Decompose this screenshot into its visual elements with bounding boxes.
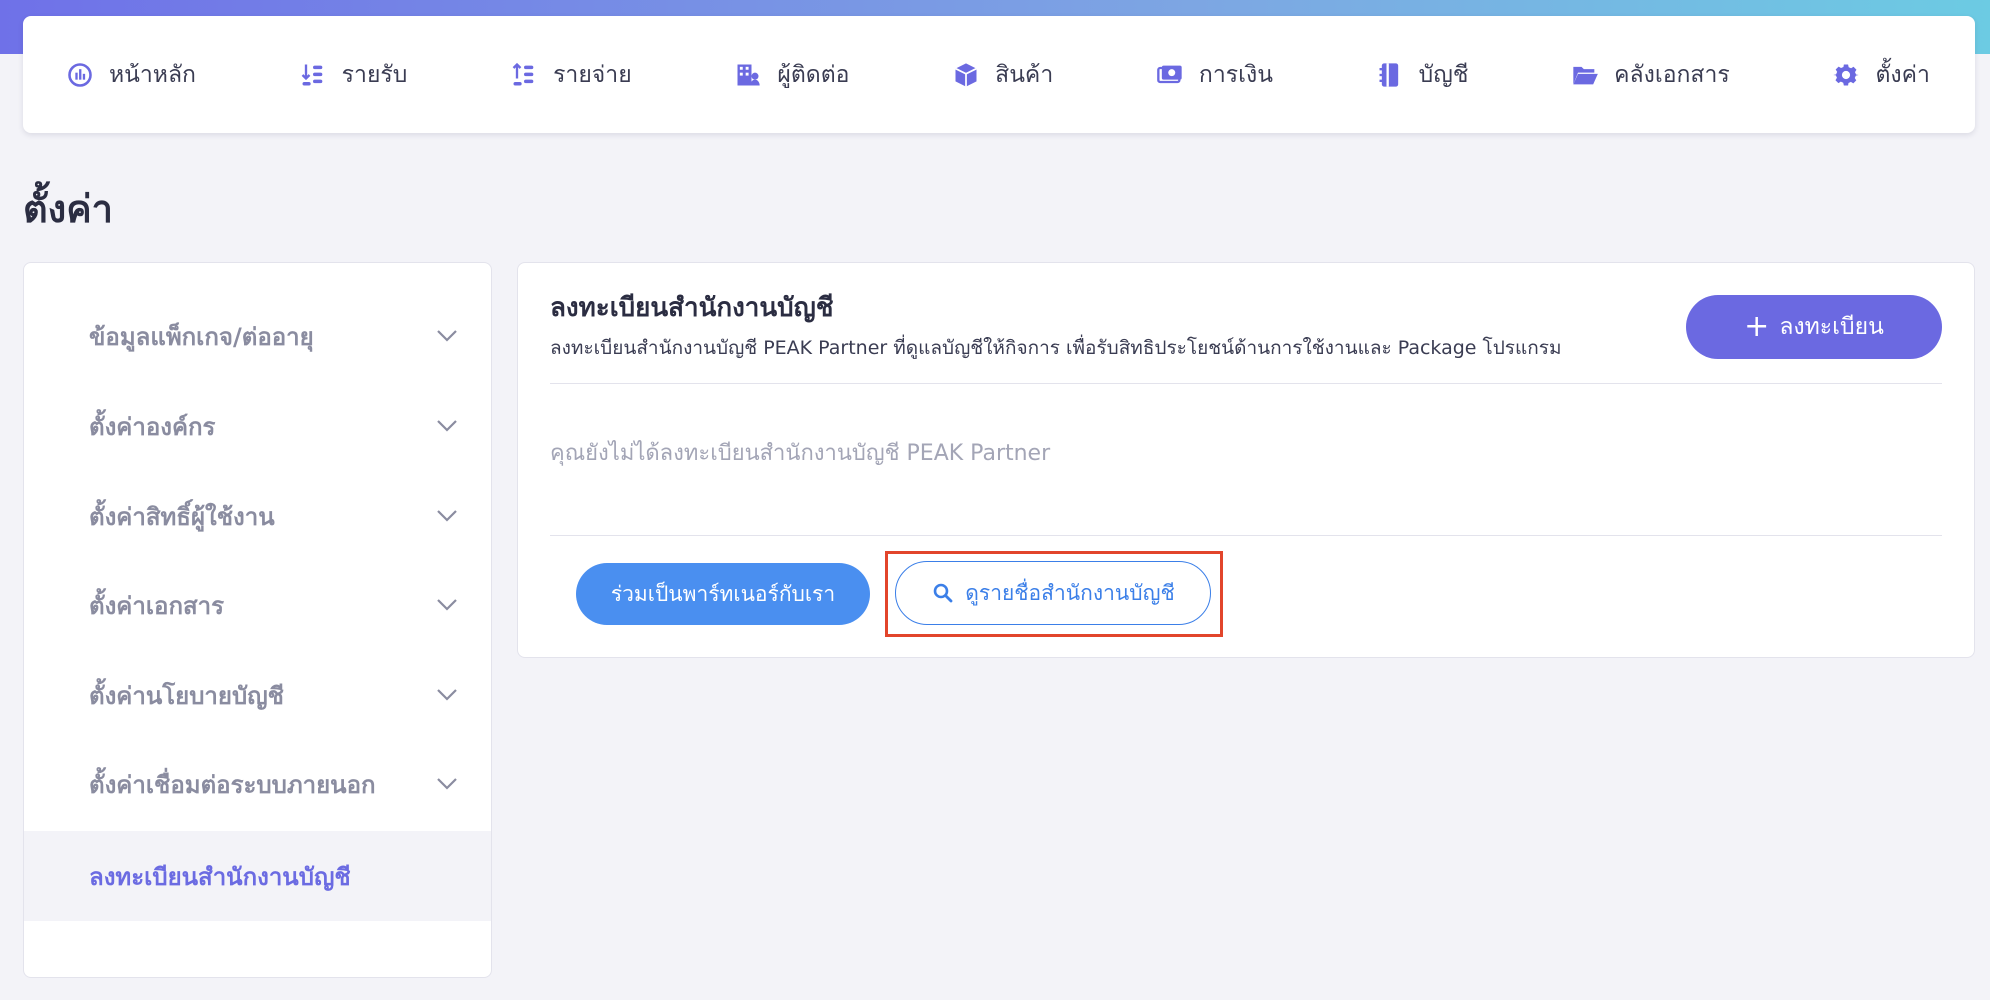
empty-state-message: คุณยังไม่ได้ลงทะเบียนสำนักงานบัญชี PEAK …: [550, 441, 1051, 466]
nav-label-contacts: ผู้ติดต่อ: [777, 61, 850, 88]
settings-sidebar: ข้อมูลแพ็กเกจ/ต่ออายุ ตั้งค่าองค์กร ตั้ง…: [23, 262, 492, 978]
sidebar-item-documents[interactable]: ตั้งค่าเอกสาร: [24, 560, 491, 650]
money-icon: [1155, 60, 1185, 90]
nav-item-accounting[interactable]: บัญชี: [1375, 57, 1469, 93]
expense-icon: [509, 60, 539, 90]
dashboard-icon: [65, 60, 95, 90]
nav-item-finance[interactable]: การเงิน: [1155, 57, 1273, 93]
folder-icon: [1570, 60, 1600, 90]
chevron-down-icon: [433, 681, 461, 709]
chevron-down-icon: [433, 502, 461, 530]
register-button[interactable]: + ลงทะเบียน: [1686, 295, 1942, 359]
chevron-down-icon: [433, 770, 461, 798]
sidebar-item-label: ตั้งค่าองค์กร: [89, 412, 216, 441]
main-navbar: หน้าหลัก รายรับ รายจ่าย ผู้ติดต่อ สินค้า…: [23, 16, 1975, 133]
divider: [550, 535, 1942, 536]
search-icon: [933, 583, 953, 603]
sidebar-item-organization[interactable]: ตั้งค่าองค์กร: [24, 381, 491, 471]
accounting-firm-card: ลงทะเบียนสำนักงานบัญชี ลงทะเบียนสำนักงาน…: [517, 262, 1975, 658]
sidebar-item-label: ข้อมูลแพ็กเกจ/ต่ออายุ: [89, 322, 314, 351]
join-partner-button[interactable]: ร่วมเป็นพาร์ทเนอร์กับเรา: [576, 563, 870, 625]
nav-item-settings[interactable]: ตั้งค่า: [1831, 57, 1930, 93]
nav-label-finance: การเงิน: [1198, 61, 1273, 88]
sidebar-item-integrations[interactable]: ตั้งค่าเชื่อมต่อระบบภายนอก: [24, 739, 491, 829]
browse-button-label: ดูรายชื่อสำนักงานบัญชี: [965, 580, 1175, 605]
sidebar-item-accounting-policy[interactable]: ตั้งค่านโยบายบัญชี: [24, 650, 491, 740]
sidebar-item-label: ตั้งค่าเอกสาร: [89, 591, 224, 620]
contacts-icon: [733, 60, 763, 90]
register-button-label: ลงทะเบียน: [1779, 314, 1884, 340]
sidebar-item-accounting-firm[interactable]: ลงทะเบียนสำนักงานบัญชี: [24, 831, 491, 921]
ledger-icon: [1375, 60, 1405, 90]
nav-label-documents: คลังเอกสาร: [1614, 61, 1730, 88]
sidebar-item-label: ตั้งค่าสิทธิ์ผู้ใช้งาน: [89, 502, 275, 531]
sidebar-item-label: ตั้งค่าเชื่อมต่อระบบภายนอก: [89, 770, 376, 799]
nav-item-products[interactable]: สินค้า: [951, 57, 1053, 93]
gear-icon: [1831, 60, 1861, 90]
browse-accounting-firms-button[interactable]: ดูรายชื่อสำนักงานบัญชี: [895, 561, 1211, 625]
card-title: ลงทะเบียนสำนักงานบัญชี: [550, 293, 834, 323]
sidebar-item-label: ตั้งค่านโยบายบัญชี: [89, 681, 284, 710]
chevron-down-icon: [433, 322, 461, 350]
plus-icon: +: [1744, 309, 1770, 344]
chevron-down-icon: [433, 412, 461, 440]
nav-item-home[interactable]: หน้าหลัก: [65, 57, 196, 93]
nav-label-accounting: บัญชี: [1418, 61, 1469, 88]
product-box-icon: [951, 60, 981, 90]
nav-label-settings: ตั้งค่า: [1875, 61, 1930, 88]
chevron-down-icon: [433, 591, 461, 619]
page-title: ตั้งค่า: [23, 187, 113, 231]
nav-item-contacts[interactable]: ผู้ติดต่อ: [733, 57, 849, 93]
nav-item-documents[interactable]: คลังเอกสาร: [1570, 57, 1730, 93]
nav-label-expense: รายจ่าย: [553, 61, 632, 88]
nav-label-home: หน้าหลัก: [109, 61, 196, 88]
divider: [550, 383, 1942, 384]
nav-item-expense[interactable]: รายจ่าย: [509, 57, 632, 93]
nav-label-income: รายรับ: [341, 61, 408, 88]
sidebar-item-package[interactable]: ข้อมูลแพ็กเกจ/ต่ออายุ: [24, 291, 491, 381]
sidebar-item-permissions[interactable]: ตั้งค่าสิทธิ์ผู้ใช้งาน: [24, 471, 491, 561]
nav-item-income[interactable]: รายรับ: [298, 57, 408, 93]
income-icon: [298, 60, 328, 90]
card-description: ลงทะเบียนสำนักงานบัญชี PEAK Partner ที่ด…: [550, 337, 1562, 359]
nav-label-products: สินค้า: [995, 61, 1054, 88]
sidebar-item-label: ลงทะเบียนสำนักงานบัญชี: [89, 862, 351, 891]
